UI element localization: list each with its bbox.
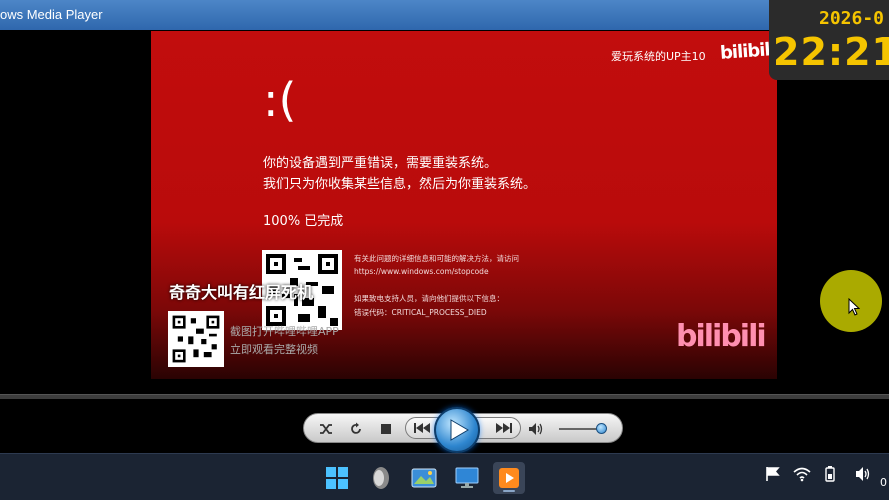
video-area[interactable]: 爱玩系统的UP主10 bilibili :( 你的设备遇到严重错误，需要重装系统…: [151, 31, 777, 379]
taskbar-app-media-player[interactable]: [493, 462, 525, 494]
tray-flag[interactable]: [765, 466, 781, 486]
active-indicator: [503, 490, 515, 492]
title-bar[interactable]: ows Media Player: [0, 0, 889, 30]
clock-overlay: 2026-0 22:21: [769, 0, 889, 80]
mouse-pointer-icon: [848, 298, 860, 316]
next-button[interactable]: [494, 418, 514, 438]
info-line3: 如果致电支持人员，请向他们提供以下信息：: [354, 294, 504, 303]
clock-separator: :: [827, 30, 845, 74]
play-icon: [450, 419, 469, 441]
sad-face: :(: [263, 73, 297, 127]
monitor-icon: [455, 467, 479, 488]
taskbar-app-speaker[interactable]: [365, 462, 397, 494]
start-button[interactable]: [321, 462, 353, 494]
promo-line1: 截图打开哔哩哔哩APP: [230, 325, 339, 338]
tray-wifi[interactable]: [793, 466, 811, 486]
clock-time: 22:21: [773, 30, 889, 74]
tray-clock-partial: 0: [880, 476, 887, 489]
volume-slider-knob[interactable]: [596, 423, 607, 434]
stopcode-url: https://www.windows.com/stopcode: [354, 267, 489, 276]
info-line1: 有关此问题的详细信息和可能的解决方法，请访问: [354, 254, 519, 263]
volume-icon: [856, 467, 870, 481]
wifi-icon: [793, 467, 811, 482]
previous-icon: [414, 423, 430, 433]
error-message-line1: 你的设备遇到严重错误，需要重装系统。: [263, 156, 498, 171]
cursor-highlight: [820, 270, 882, 332]
bilibili-logo-bottom: bilibili: [676, 319, 767, 354]
error-message-line2: 我们只为你收集某些信息，然后为你重装系统。: [263, 177, 537, 192]
repeat-button[interactable]: [346, 419, 366, 439]
error-code: 错误代码：CRITICAL_PROCESS_DIED: [354, 308, 487, 317]
clock-minute: 21: [844, 30, 889, 74]
taskbar-app-computer[interactable]: [451, 462, 483, 494]
battery-icon: [825, 466, 835, 482]
bilibili-logo-top: bilibili: [719, 39, 776, 64]
previous-button[interactable]: [412, 418, 432, 438]
player-controls: [303, 407, 623, 453]
stop-button[interactable]: [376, 419, 396, 439]
promo-title: 奇奇大叫有红屏死机: [169, 283, 314, 302]
window-title: ows Media Player: [0, 7, 103, 22]
tray-battery[interactable]: [825, 466, 835, 486]
taskbar-app-image-viewer[interactable]: [408, 462, 440, 494]
flag-icon: [766, 467, 780, 481]
media-player-icon: [499, 468, 519, 488]
progress-text: 100% 已完成: [263, 214, 344, 229]
shuffle-icon: [320, 424, 332, 434]
stop-icon: [381, 424, 391, 434]
qr-code-small: [168, 311, 224, 367]
play-button[interactable]: [434, 407, 480, 453]
windows-logo-icon: [326, 467, 348, 489]
clock-hour: 22: [773, 30, 828, 74]
mute-button[interactable]: [526, 419, 546, 439]
repeat-icon: [351, 422, 361, 434]
seek-bar[interactable]: [0, 394, 889, 399]
uploader-watermark: 爱玩系统的UP主10: [611, 50, 706, 63]
promo-line2: 立即观看完整视频: [230, 343, 318, 356]
volume-icon: [529, 423, 543, 435]
next-icon: [496, 423, 512, 433]
clock-date: 2026-0: [819, 8, 885, 29]
taskbar: 0: [0, 453, 889, 500]
image-viewer-icon: [411, 468, 437, 488]
shuffle-button[interactable]: [316, 419, 336, 439]
tray-volume[interactable]: [855, 466, 873, 486]
speaker-app-icon: [373, 467, 389, 489]
